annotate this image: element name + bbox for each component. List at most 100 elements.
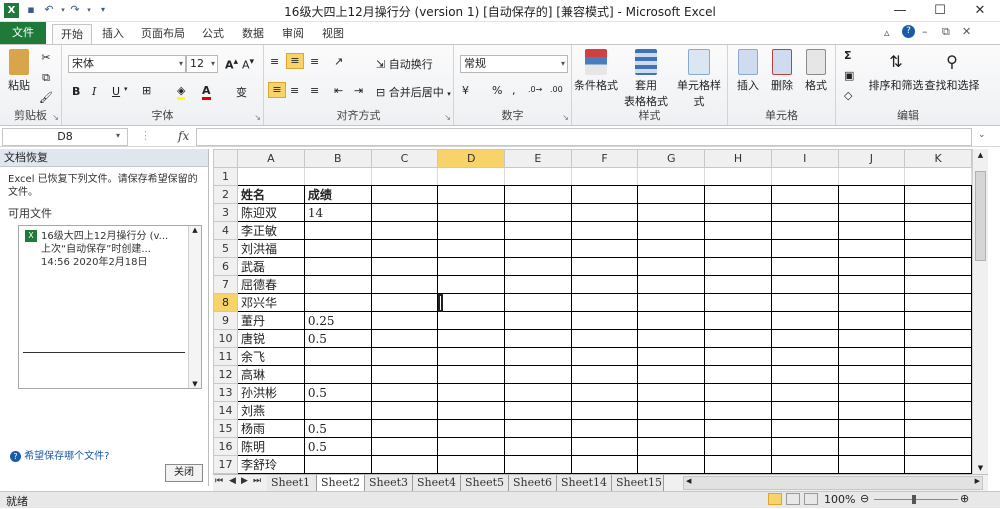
file-list-scrollbar[interactable]: ▲ ▼	[188, 226, 201, 388]
cell-g7[interactable]	[637, 275, 706, 294]
cell-b11[interactable]	[303, 347, 372, 366]
cell-h11[interactable]	[704, 347, 772, 366]
column-header-c[interactable]: C	[370, 149, 439, 168]
cell-e6[interactable]	[504, 257, 572, 276]
cell-d14[interactable]	[437, 401, 506, 420]
next-sheet-icon[interactable]: ▶	[241, 476, 248, 486]
dialog-launcher-icon[interactable]: ↘	[444, 113, 451, 122]
maximize-button[interactable]: ☐	[920, 0, 960, 22]
help-icon[interactable]: ?	[902, 25, 915, 38]
column-header-i[interactable]: I	[770, 149, 839, 168]
normal-view-icon[interactable]	[768, 493, 782, 505]
cell-b12[interactable]	[303, 365, 372, 384]
minimize-button[interactable]: —	[880, 0, 920, 22]
cell-i10[interactable]	[770, 329, 839, 348]
font-size-select[interactable]: 12 ▾	[186, 55, 218, 73]
cell-g2[interactable]	[637, 185, 706, 204]
zoom-in-icon[interactable]: ⊕	[960, 492, 969, 505]
scroll-right-icon[interactable]: ▶	[975, 477, 980, 485]
cell-g4[interactable]	[637, 221, 706, 240]
decrease-decimal-icon[interactable]: .00	[550, 85, 563, 94]
cell-d1[interactable]	[437, 167, 506, 186]
help-link[interactable]: ? 希望保存哪个文件?	[10, 447, 110, 462]
cell-b13[interactable]: 0.5	[303, 383, 372, 402]
currency-icon[interactable]: ¥	[462, 84, 469, 97]
cell-d15[interactable]	[437, 419, 506, 438]
cell-h5[interactable]	[704, 239, 772, 258]
cell-a14[interactable]: 刘燕	[236, 401, 305, 420]
cell-a17[interactable]: 李舒玲	[236, 455, 305, 474]
cell-c4[interactable]	[370, 221, 439, 240]
cut-icon[interactable]: ✂	[38, 50, 54, 66]
cell-i5[interactable]	[770, 239, 839, 258]
cell-c6[interactable]	[370, 257, 439, 276]
row-header[interactable]: 11	[213, 347, 238, 366]
sheet-tab-sheet4[interactable]: Sheet4	[413, 475, 461, 491]
tab-home[interactable]: 开始	[52, 24, 92, 44]
sort-filter-button[interactable]: ⇅ 排序和筛选	[868, 49, 924, 93]
row-header[interactable]: 14	[213, 401, 238, 420]
expand-formula-bar-icon[interactable]: ⌄	[978, 130, 986, 140]
scroll-up-icon[interactable]: ▲	[189, 226, 201, 234]
close-workbook-icon[interactable]: ✕	[962, 25, 971, 38]
cell-f1[interactable]	[570, 167, 639, 186]
close-pane-button[interactable]: 关闭	[165, 464, 203, 482]
format-as-table-button[interactable]: 套用 表格格式	[622, 49, 670, 109]
cell-h14[interactable]	[704, 401, 772, 420]
cell-e1[interactable]	[504, 167, 572, 186]
dialog-launcher-icon[interactable]: ↘	[254, 113, 261, 122]
row-header[interactable]: 8	[213, 293, 238, 312]
shrink-font-icon[interactable]: A▾	[242, 56, 254, 72]
cell-j10[interactable]	[837, 329, 906, 348]
sheet-tab-sheet3[interactable]: Sheet3	[365, 475, 413, 491]
cell-e10[interactable]	[504, 329, 572, 348]
cell-h9[interactable]	[704, 311, 772, 330]
scroll-left-icon[interactable]: ◀	[686, 477, 691, 485]
cell-d9[interactable]	[437, 311, 506, 330]
cell-i2[interactable]	[770, 185, 839, 204]
name-box-dropdown-icon[interactable]: ▾	[116, 131, 120, 140]
cell-a8[interactable]: 邓兴华	[236, 293, 305, 312]
autosum-icon[interactable]: Σ	[844, 49, 852, 62]
cell-e3[interactable]	[504, 203, 572, 222]
cell-i1[interactable]	[770, 167, 839, 186]
cell-c1[interactable]	[370, 167, 439, 186]
cell-g11[interactable]	[637, 347, 706, 366]
paste-button[interactable]: 粘贴	[4, 49, 34, 93]
align-left-icon[interactable]: ≡	[268, 82, 286, 98]
orientation-icon[interactable]: ↗	[334, 55, 343, 68]
dialog-launcher-icon[interactable]: ↘	[562, 113, 569, 122]
cell-b15[interactable]: 0.5	[303, 419, 372, 438]
column-header-g[interactable]: G	[637, 149, 706, 168]
cell-a3[interactable]: 陈迎双	[236, 203, 305, 222]
insert-cells-button[interactable]: 插入	[732, 49, 764, 93]
cell-c8[interactable]	[370, 293, 439, 312]
cell-d3[interactable]	[437, 203, 506, 222]
cell-f2[interactable]	[570, 185, 639, 204]
cell-c11[interactable]	[370, 347, 439, 366]
bold-icon[interactable]: B	[72, 85, 80, 98]
font-name-select[interactable]: 宋体 ▾	[68, 55, 186, 73]
cell-e13[interactable]	[504, 383, 572, 402]
cell-e12[interactable]	[504, 365, 572, 384]
cell-k9[interactable]	[904, 311, 972, 330]
cell-j1[interactable]	[837, 167, 906, 186]
cell-c9[interactable]	[370, 311, 439, 330]
restore-window-icon[interactable]: –	[922, 25, 928, 38]
cell-a9[interactable]: 董丹	[236, 311, 305, 330]
cell-j13[interactable]	[837, 383, 906, 402]
row-header[interactable]: 16	[213, 437, 238, 456]
decrease-indent-icon[interactable]: ⇤	[334, 84, 343, 97]
row-header[interactable]: 6	[213, 257, 238, 276]
cell-b1[interactable]	[303, 167, 372, 186]
cell-d16[interactable]	[437, 437, 506, 456]
row-header[interactable]: 3	[213, 203, 238, 222]
cell-k1[interactable]	[904, 167, 972, 186]
cell-k5[interactable]	[904, 239, 972, 258]
underline-icon[interactable]: U	[112, 85, 120, 98]
align-bottom-icon[interactable]: ≡	[310, 55, 319, 68]
cell-g10[interactable]	[637, 329, 706, 348]
cell-f13[interactable]	[570, 383, 639, 402]
row-header[interactable]: 7	[213, 275, 238, 294]
column-header-a[interactable]: A	[236, 149, 305, 168]
